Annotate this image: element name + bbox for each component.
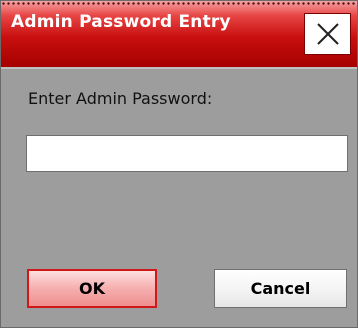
dialog-title: Admin Password Entry (11, 12, 231, 32)
title-bar: Admin Password Entry (1, 1, 357, 69)
ok-button-label: OK (79, 279, 105, 298)
close-x-icon (315, 21, 341, 47)
admin-password-dialog: Admin Password Entry Enter Admin Passwor… (0, 0, 358, 328)
cancel-button[interactable]: Cancel (214, 269, 347, 308)
password-prompt-label: Enter Admin Password: (28, 89, 213, 108)
password-input[interactable] (26, 135, 348, 172)
close-button[interactable] (304, 13, 351, 55)
ok-button[interactable]: OK (27, 269, 157, 308)
cancel-button-label: Cancel (250, 279, 311, 298)
title-bar-texture (1, 1, 357, 7)
